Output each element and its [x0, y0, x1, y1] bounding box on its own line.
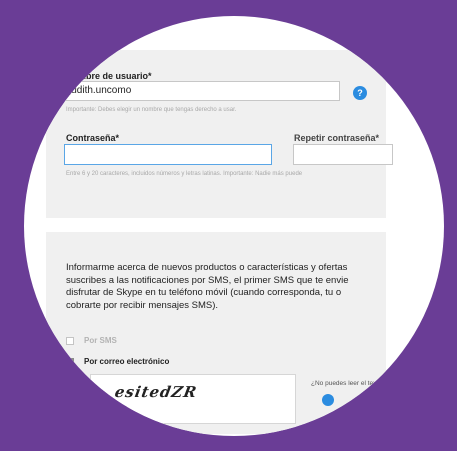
password-label: Contraseña* — [66, 133, 120, 143]
captcha-audio-icon[interactable] — [370, 394, 382, 406]
notifications-line: cobrarte por recibir mensajes SMS). — [66, 299, 219, 311]
notifications-text: Informarme acerca de nuevos productos o … — [66, 262, 396, 312]
password-input[interactable] — [64, 144, 272, 165]
email-checkbox[interactable] — [66, 357, 74, 366]
notifications-line: suscribes a las notificaciones por SMS, … — [66, 274, 349, 286]
captcha-image: esitedZR — [90, 374, 296, 424]
username-label: Nombre de usuario* — [66, 71, 152, 81]
username-input[interactable]: judith.uncomo — [64, 81, 340, 101]
password-hint: Entre 6 y 20 caracteres, incluidos númer… — [66, 171, 303, 177]
captcha-help-link[interactable]: ¿No puedes leer el texto e — [311, 380, 387, 387]
panel-divider — [46, 218, 386, 232]
sms-option[interactable]: Por SMS — [66, 336, 117, 345]
captcha-refresh-icon[interactable] — [322, 394, 334, 406]
email-label: Por correo electrónico — [84, 357, 170, 366]
zoom-content: Nombre de usuario* judith.uncomo ? Impor… — [24, 16, 444, 436]
repeat-password-input[interactable] — [293, 144, 393, 165]
sms-label: Por SMS — [84, 336, 117, 345]
sms-checkbox[interactable] — [66, 336, 74, 345]
username-hint: Importante: Debes elegir un nombre que t… — [66, 107, 237, 113]
help-icon[interactable]: ? — [353, 86, 367, 100]
notifications-line: Informarme acerca de nuevos productos o … — [66, 262, 348, 273]
repeat-password-label: Repetir contraseña* — [294, 133, 380, 143]
captcha-text: esitedZR — [113, 383, 199, 401]
notifications-line: disfrutar de Skype en tu teléfono móvil … — [66, 287, 342, 298]
email-option[interactable]: Por correo electrónico — [66, 357, 169, 366]
